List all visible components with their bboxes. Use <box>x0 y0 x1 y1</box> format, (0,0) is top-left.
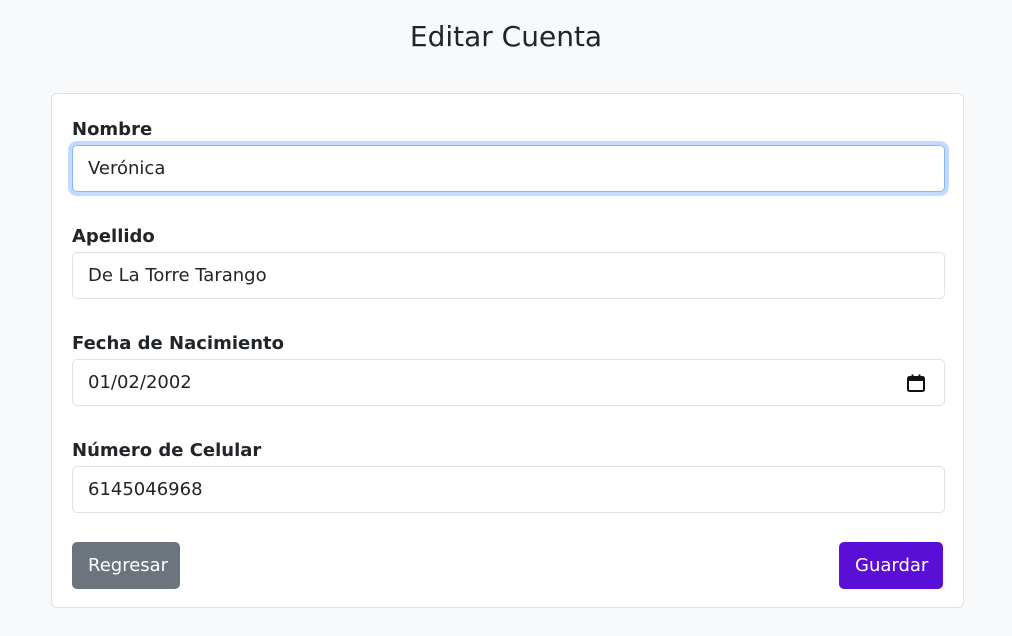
nombre-input[interactable] <box>72 145 945 192</box>
edit-account-form: Nombre Apellido Fecha de Nacimiento 01/0… <box>51 93 964 608</box>
fecha-nacimiento-value: 01/02/2002 <box>88 372 192 393</box>
fecha-nacimiento-input[interactable]: 01/02/2002 <box>72 359 945 406</box>
calendar-icon[interactable] <box>906 373 926 393</box>
apellido-input[interactable] <box>72 252 945 299</box>
page-title: Editar Cuenta <box>409 20 603 53</box>
edit-account-page: Editar Cuenta Nombre Apellido Fecha de N… <box>0 0 1012 636</box>
celular-label: Número de Celular <box>72 440 262 461</box>
fecha-nacimiento-label: Fecha de Nacimiento <box>72 333 285 354</box>
celular-input[interactable] <box>72 466 945 513</box>
nombre-label: Nombre <box>72 119 153 140</box>
apellido-label: Apellido <box>72 226 155 247</box>
save-button[interactable]: Guardar <box>839 542 943 589</box>
back-button[interactable]: Regresar <box>72 542 180 589</box>
